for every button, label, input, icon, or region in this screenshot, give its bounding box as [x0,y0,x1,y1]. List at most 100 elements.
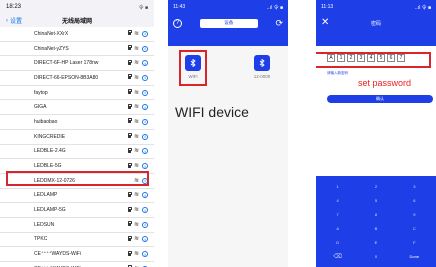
network-name: LEDBLE-5G [34,163,62,170]
network-icons: ≋i [127,89,148,96]
keypad-key[interactable]: 0 [357,250,394,263]
set-password-caption: set password [358,78,412,88]
lock-icon [127,206,133,212]
lock-icon [127,89,133,95]
status-bar: 18:23 令 ■ [0,0,154,14]
confirm-button[interactable]: 确认 [327,95,433,103]
network-row[interactable]: faytop ≋ i [0,86,154,101]
info-icon[interactable]: i [142,104,148,111]
network-icons: ≋i [127,59,148,67]
network-row[interactable]: LEDBLE-2.4G ≋ i [0,145,154,160]
wifi-signal-icon: ≋ [133,30,139,37]
wifi-signal-icon: ≋ [133,148,139,155]
network-name: DIRECT-6F-HP Laser 178nw [34,60,99,67]
info-icon[interactable]: i [142,148,148,155]
info-icon[interactable]: i [142,221,148,228]
keypad-key[interactable]: D [319,236,356,249]
lock-icon [127,118,133,124]
keypad-key[interactable]: 2 [357,180,394,193]
info-icon[interactable]: i [142,60,148,67]
network-row[interactable]: GIGA ≋ i [0,100,154,116]
backspace-key[interactable]: ⌫ [319,250,356,263]
info-icon[interactable]: i [142,74,148,81]
status-time: 11:43 [173,4,186,10]
info-icon[interactable]: i [142,251,148,258]
network-row[interactable]: CE⁺⁺⁺⁺WAYDS-WiFi≋i [0,262,154,267]
network-name: LEDBLE-2.4G [34,148,66,155]
lock-icon [127,250,133,256]
network-row[interactable]: DIRECT-6F-HP Laser 178nw ≋ i [0,56,154,72]
lock-icon [127,133,133,139]
network-icons: ≋i [127,221,148,228]
password-screen: 11:13 ..ıl 令 ■ ✕ 密码 A 123 456 7 请输入新密码 set … [316,0,436,267]
keypad-key[interactable]: 9 [396,208,433,221]
keypad-key[interactable]: 4 [319,194,356,207]
network-row[interactable]: huibaobao ≋ i [0,115,154,130]
hex-keypad: 1 2 3 4 5 6 7 8 9 A B C D E F ⌫ 0 Done [316,176,436,267]
network-icons: ≋i [127,147,148,155]
network-row[interactable]: LEDSUN ≋ i [0,218,154,233]
password-hint: 请输入新密码 [327,71,348,75]
wifi-signal-icon: ≋ [133,163,139,170]
network-icons: ≋i [127,235,148,243]
network-icons: ≋i [127,118,148,125]
network-icons: ≋i [127,191,148,199]
refresh-icon[interactable]: ⟳ [275,18,283,28]
selected-device-highlight [179,50,207,86]
wifi-signal-icon: ≋ [133,89,139,96]
info-icon[interactable]: i [142,192,148,199]
network-row[interactable]: LEDLAMP ≋ i [0,189,154,204]
keypad-key[interactable]: 6 [396,194,433,207]
keypad-key[interactable]: 1 [319,180,356,193]
network-name: LEDLAMP [34,192,58,199]
wifi-signal-icon: ≋ [133,74,139,81]
keypad-key[interactable]: 5 [357,194,394,207]
network-name: TPKC [34,236,48,243]
status-time: 18:23 [6,4,22,10]
status-icons: ..ıl 令 ■ [414,4,431,11]
network-name: LEDSUN [34,221,55,228]
device-tab-pill[interactable]: 设备 [199,18,258,28]
info-icon[interactable]: i [142,45,148,52]
keypad-key[interactable]: A [319,222,356,235]
network-icons: ≋i [127,162,148,170]
network-row[interactable]: ChinaNet-yZYS ≋ i [0,42,154,57]
keypad-key[interactable]: E [357,236,394,249]
info-icon[interactable]: i [142,207,148,214]
keypad-key[interactable]: 8 [357,208,394,221]
lock-icon [127,74,133,80]
network-row[interactable]: ChinaNet-XXrX ≋ i [0,27,154,42]
network-list: ChinaNet-XXrX ≋ i ChinaNet-yZYS ≋ i DIRECT-6F-… [0,27,154,267]
network-row[interactable]: KINGCREDIE ≋ i [0,130,154,145]
done-key[interactable]: Done [396,250,433,263]
device-grid: WiFi 12-0000 [168,46,288,90]
wifi-signal-icon: ≋ [133,104,139,111]
keypad-key[interactable]: 3 [396,180,433,193]
keypad-key[interactable]: B [357,222,394,235]
device-12-0000[interactable]: 12-0000 [249,55,275,79]
info-icon[interactable]: i [142,163,148,170]
page-title: 密码 [370,20,381,27]
network-row[interactable]: DIRECT-66-EPSON-8B3A80 ≋ i [0,71,154,86]
network-row[interactable]: CE⁺⁺⁺⁺WAYDS-WiFi≋i [0,247,154,262]
info-icon[interactable]: i [142,236,148,243]
keypad-key[interactable]: F [396,236,433,249]
info-icon[interactable]: i [142,133,148,140]
help-icon[interactable]: ? [173,18,182,28]
network-row[interactable]: LEDLAMP-5G ≋ i [0,203,154,218]
network-icons: ≋i [127,103,148,111]
network-row[interactable]: TPKC ≋ i [0,233,154,248]
info-icon[interactable]: i [142,118,148,125]
info-icon[interactable]: i [142,89,148,96]
keypad-key[interactable]: C [396,222,433,235]
network-name: faytop [34,89,48,96]
keypad-key[interactable]: 7 [319,208,356,221]
wifi-signal-icon: ≋ [133,192,139,199]
status-time: 11:13 [321,4,334,10]
wifi-signal-icon: ≋ [133,221,139,228]
app-device-screen: 11:43 ..ıl 令 ■ ? 设备 ⟳ WiFi 12-0000 WIFI … [168,0,288,267]
lock-icon [127,147,133,153]
wifi-signal-icon: ≋ [133,133,139,140]
wifi-signal-icon: ≋ [133,45,139,52]
info-icon[interactable]: i [142,30,148,37]
